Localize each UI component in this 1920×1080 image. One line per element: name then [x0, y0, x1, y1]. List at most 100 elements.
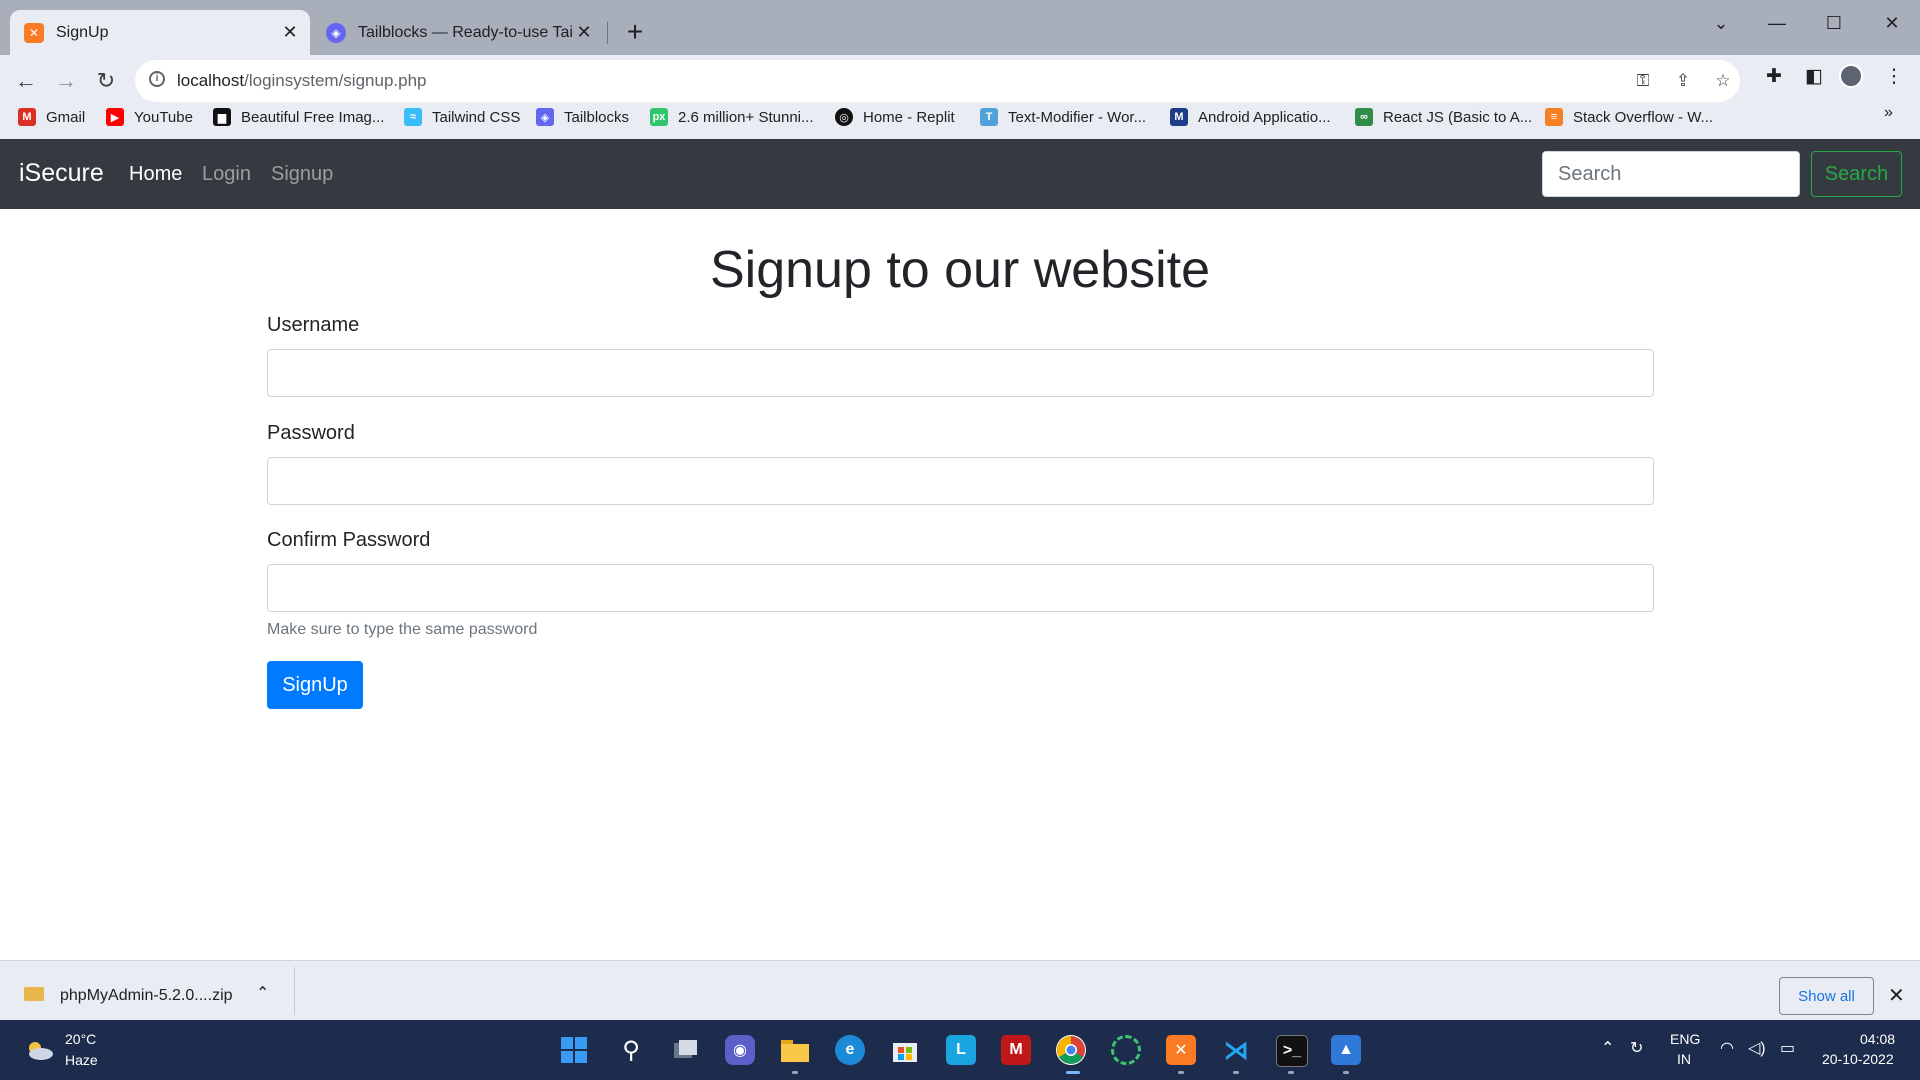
- menu-icon[interactable]: ⋮: [1880, 65, 1908, 88]
- bookmark-react[interactable]: ∞ React JS (Basic to A...: [1355, 104, 1532, 130]
- side-panel-icon[interactable]: ◧: [1800, 65, 1828, 88]
- bookmark-label: 2.6 million+ Stunni...: [678, 108, 814, 126]
- url-text[interactable]: localhost/loginsystem/signup.php: [177, 71, 427, 91]
- stackoverflow-icon: ≡: [1545, 108, 1563, 126]
- clock-date[interactable]: 20-10-2022: [1822, 1051, 1894, 1067]
- extensions-icon[interactable]: ✚: [1760, 65, 1788, 88]
- close-download-bar-icon[interactable]: ✕: [1888, 983, 1905, 1008]
- weather-temperature[interactable]: 20°C: [65, 1031, 96, 1047]
- region-indicator[interactable]: IN: [1677, 1051, 1691, 1067]
- teams-chat-icon[interactable]: ◉: [725, 1035, 755, 1065]
- volume-icon[interactable]: ◁): [1748, 1038, 1766, 1058]
- reload-icon[interactable]: ↻: [90, 65, 122, 97]
- clock-time[interactable]: 04:08: [1860, 1031, 1895, 1047]
- bookmark-replit[interactable]: ◎ Home - Replit: [835, 104, 955, 130]
- signup-button[interactable]: SignUp: [267, 661, 363, 709]
- download-divider: [294, 967, 295, 1015]
- pixabay-icon: px: [650, 108, 668, 126]
- more-bookmarks-icon[interactable]: »: [1884, 104, 1893, 122]
- nav-link-login[interactable]: Login: [202, 163, 251, 186]
- unsplash-icon: ▆: [213, 108, 231, 126]
- download-bar: phpMyAdmin-5.2.0....zip ⌃ Show all ✕: [0, 960, 1920, 1020]
- close-window-button[interactable]: ✕: [1864, 8, 1920, 38]
- chevron-up-icon[interactable]: ⌃: [256, 983, 269, 1003]
- bookmark-label: Stack Overflow - W...: [1573, 108, 1714, 126]
- bookmark-label: Tailblocks: [564, 108, 630, 126]
- chrome-icon[interactable]: [1056, 1035, 1086, 1065]
- task-view-icon[interactable]: [671, 1035, 701, 1065]
- windows-start-icon[interactable]: [559, 1035, 589, 1065]
- search-input[interactable]: [1542, 151, 1800, 197]
- bookmark-label: Home - Replit: [863, 108, 955, 126]
- nav-link-home[interactable]: Home: [129, 163, 182, 186]
- bookmark-gmail[interactable]: M Gmail: [18, 104, 85, 130]
- close-tab-icon[interactable]: ✕: [280, 22, 300, 43]
- wifi-icon[interactable]: ◠: [1720, 1038, 1734, 1058]
- show-all-button[interactable]: Show all: [1779, 977, 1874, 1015]
- tab-search-icon[interactable]: ⌄: [1693, 8, 1749, 38]
- bookmark-pixabay[interactable]: px 2.6 million+ Stunni...: [650, 104, 814, 130]
- bookmark-text-modifier[interactable]: T Text-Modifier - Wor...: [980, 104, 1146, 130]
- terminal-icon[interactable]: >_: [1276, 1035, 1308, 1067]
- forward-icon[interactable]: →: [50, 65, 82, 97]
- microsoft-store-icon[interactable]: [890, 1035, 920, 1065]
- xampp-icon[interactable]: ✕: [1166, 1035, 1196, 1065]
- sync-icon[interactable]: ↻: [1630, 1038, 1643, 1058]
- gmail-icon: M: [18, 108, 36, 126]
- tab-tailblocks[interactable]: ◈ Tailblocks — Ready-to-use Tailwind ✕: [312, 10, 604, 55]
- bookmark-tailwind[interactable]: ≈ Tailwind CSS: [404, 104, 520, 130]
- xampp-running-indicator: [1178, 1071, 1184, 1074]
- mcafee-icon[interactable]: M: [1001, 1035, 1031, 1065]
- bookmark-unsplash[interactable]: ▆ Beautiful Free Imag...: [213, 104, 384, 130]
- nav-link-signup[interactable]: Signup: [271, 163, 333, 186]
- new-tab-button[interactable]: +: [620, 15, 650, 49]
- tab-title: Tailblocks — Ready-to-use Tailwind: [358, 23, 574, 41]
- bookmark-star-icon[interactable]: ☆: [1711, 71, 1735, 91]
- text-modifier-icon: T: [980, 108, 998, 126]
- language-indicator[interactable]: ENG: [1670, 1031, 1700, 1047]
- confirm-password-field[interactable]: [267, 564, 1654, 612]
- bookmark-label: Android Applicatio...: [1198, 108, 1331, 126]
- profile-avatar[interactable]: [1839, 64, 1863, 88]
- replit-icon: ◎: [835, 108, 853, 126]
- tab-signup[interactable]: ✕ SignUp ✕: [10, 10, 310, 55]
- weather-description[interactable]: Haze: [65, 1052, 98, 1068]
- vscode-running-indicator: [1233, 1071, 1239, 1074]
- brand-logo[interactable]: iSecure: [19, 159, 104, 188]
- key-icon[interactable]: ⚿: [1631, 71, 1655, 91]
- minimize-button[interactable]: —: [1749, 8, 1805, 38]
- weather-icon[interactable]: [24, 1038, 54, 1062]
- download-item[interactable]: phpMyAdmin-5.2.0....zip: [60, 987, 233, 1005]
- bookmark-tailblocks[interactable]: ◈ Tailblocks: [536, 104, 629, 130]
- file-explorer-icon[interactable]: [780, 1035, 810, 1065]
- close-tab-icon[interactable]: ✕: [574, 22, 594, 43]
- chevron-up-icon[interactable]: ⌃: [1601, 1038, 1614, 1058]
- green-app-icon[interactable]: [1111, 1035, 1141, 1065]
- username-field[interactable]: [267, 349, 1654, 397]
- l-app-icon[interactable]: L: [946, 1035, 976, 1065]
- zip-file-icon: [24, 987, 44, 1001]
- maximize-button[interactable]: ☐: [1806, 8, 1862, 38]
- bookmark-label: YouTube: [134, 108, 193, 126]
- page-title: Signup to our website: [709, 241, 1211, 299]
- address-bar[interactable]: i localhost/loginsystem/signup.php ⚿ ⇪ ☆: [135, 60, 1740, 102]
- bookmark-youtube[interactable]: ▶ YouTube: [106, 104, 193, 130]
- password-field[interactable]: [267, 457, 1654, 505]
- bookmark-android[interactable]: M Android Applicatio...: [1170, 104, 1331, 130]
- site-navbar: iSecure Home Login Signup Search: [0, 139, 1920, 209]
- battery-icon[interactable]: ▭: [1780, 1038, 1795, 1058]
- edge-icon[interactable]: e: [835, 1035, 865, 1065]
- url-path: /loginsystem/signup.php: [244, 71, 427, 90]
- username-label: Username: [267, 314, 360, 336]
- share-icon[interactable]: ⇪: [1671, 71, 1695, 91]
- search-button[interactable]: Search: [1811, 151, 1902, 197]
- back-icon[interactable]: ←: [10, 65, 42, 97]
- search-icon[interactable]: ⚲: [616, 1035, 646, 1065]
- photos-icon[interactable]: ▲: [1331, 1035, 1361, 1065]
- site-info-icon[interactable]: i: [149, 71, 165, 87]
- vscode-icon[interactable]: ⋊: [1221, 1035, 1251, 1065]
- tab-divider: [607, 22, 608, 44]
- geeksforgeeks-icon: ∞: [1355, 108, 1373, 126]
- bookmark-stackoverflow[interactable]: ≡ Stack Overflow - W...: [1545, 104, 1713, 130]
- tailblocks-icon: ◈: [326, 22, 346, 43]
